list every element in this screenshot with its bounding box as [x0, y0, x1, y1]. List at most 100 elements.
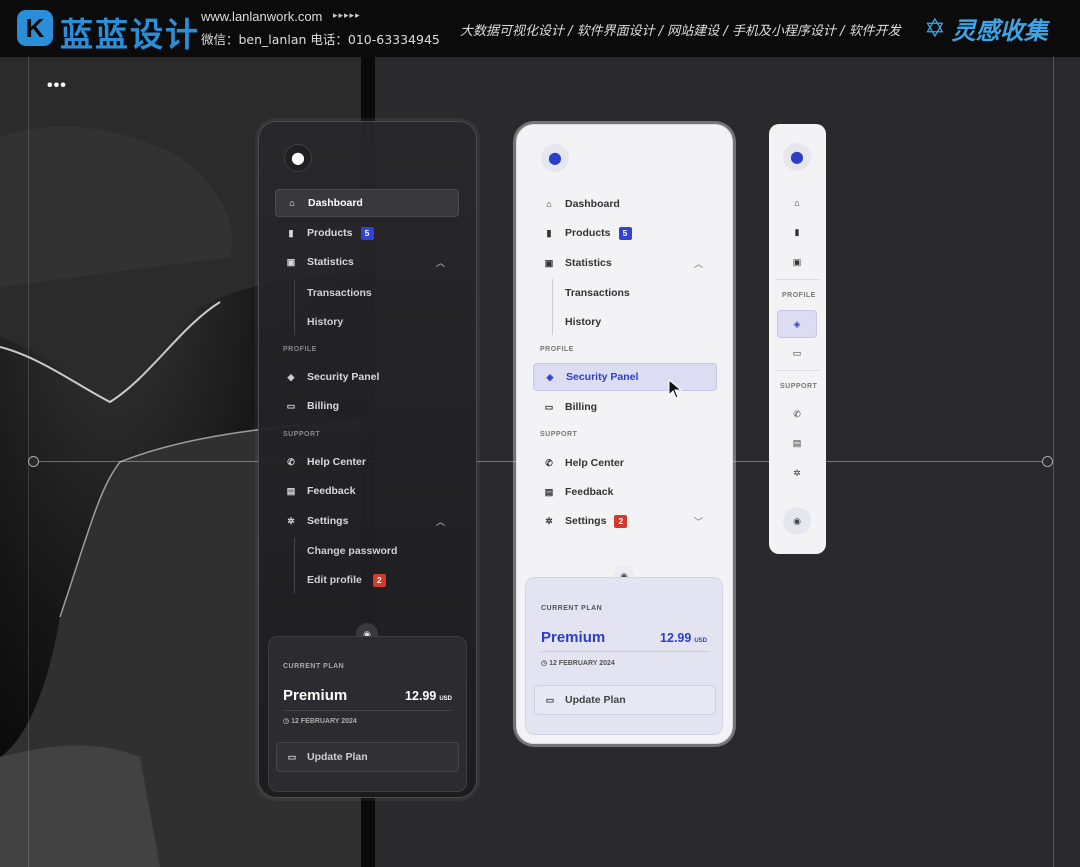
- sidebar-item-label: Security Panel: [566, 371, 639, 383]
- plan-currency: USD: [694, 638, 707, 644]
- sidebar-item-security-panel[interactable]: ◈ Security Panel: [275, 363, 459, 391]
- sidebar-subitem-label: Edit profile: [307, 574, 362, 586]
- sidebar-item-label: Statistics: [307, 256, 354, 268]
- chevron-down-icon[interactable]: ﹀: [694, 515, 703, 528]
- card-icon[interactable]: ▭: [777, 339, 817, 367]
- submenu-line: [294, 538, 295, 594]
- sidebar-item-settings[interactable]: ✲ Settings ︿: [275, 507, 459, 535]
- chevron-up-icon[interactable]: ︿: [694, 257, 703, 270]
- sidebar-item-statistics[interactable]: ▣ Statistics ︿: [275, 248, 459, 276]
- sidebar-collapsed: ⬤ ⌂ ▮ ▣ PROFILE ◈ ▭ SUPPORT ✆ ▤ ✲ ◉: [769, 124, 826, 554]
- sidebar-subitem-history[interactable]: History: [565, 316, 601, 328]
- sidebar-item-feedback[interactable]: ▤ Feedback: [533, 478, 717, 506]
- plan-divider: [541, 651, 709, 652]
- sidebar-subitem-transactions[interactable]: Transactions: [307, 287, 372, 299]
- sidebar-item-label: Help Center: [307, 456, 366, 468]
- sidebar-light: ⬤ ⌂ Dashboard ▮ Products 5 ▣ Statistics …: [516, 124, 733, 744]
- location-pin-icon[interactable]: ⬤: [783, 143, 811, 171]
- section-label-support: SUPPORT: [540, 431, 578, 438]
- sidebar-item-billing[interactable]: ▭ Billing: [275, 392, 459, 420]
- section-label-profile: PROFILE: [283, 346, 317, 353]
- home-icon[interactable]: ⌂: [777, 189, 817, 217]
- sidebar-subitem-history[interactable]: History: [307, 316, 343, 328]
- plan-label: CURRENT PLAN: [541, 605, 603, 612]
- sidebar-item-help-center[interactable]: ✆ Help Center: [275, 448, 459, 476]
- contact-info: 微信：ben_lanlan 电话：010-63334945: [201, 32, 440, 47]
- gear-icon: ✲: [545, 515, 553, 526]
- plan-label: CURRENT PLAN: [283, 663, 345, 670]
- sidebar-item-billing[interactable]: ▭ Billing: [533, 393, 717, 421]
- more-dots-icon[interactable]: •••: [47, 77, 67, 95]
- document-icon: ▤: [286, 485, 296, 496]
- sidebar-item-help-center[interactable]: ✆ Help Center: [533, 449, 717, 477]
- logo-icon: K: [17, 10, 53, 46]
- card-icon: ▭: [545, 694, 555, 705]
- guide-handle-left[interactable]: [28, 456, 39, 467]
- home-icon: ⌂: [289, 198, 295, 208]
- sidebar-item-dashboard[interactable]: ⌂ Dashboard: [275, 189, 459, 217]
- sidebar-item-label: Dashboard: [308, 197, 363, 209]
- phone-icon: ✆: [545, 457, 553, 468]
- submenu-line: [294, 279, 295, 335]
- gear-icon[interactable]: ✲: [777, 459, 817, 487]
- bookmark-icon[interactable]: ▮: [777, 218, 817, 246]
- divider: [775, 370, 820, 371]
- arrows-decoration: ▸▸▸▸▸: [333, 10, 361, 20]
- current-plan-card: CURRENT PLAN Premium 12.99 USD ◷ 12 FEBRU…: [525, 577, 723, 735]
- sidebar-item-dashboard[interactable]: ⌂ Dashboard: [533, 190, 717, 218]
- sidebar-item-label: Help Center: [565, 457, 624, 469]
- chart-icon[interactable]: ▣: [777, 248, 817, 276]
- submenu-line: [552, 279, 553, 335]
- sidebar-item-products[interactable]: ▮ Products 5: [533, 219, 717, 247]
- update-plan-button[interactable]: ▭ Update Plan: [276, 742, 459, 772]
- plan-name: Premium: [541, 629, 606, 646]
- chevron-up-icon[interactable]: ︿: [436, 256, 445, 269]
- sidebar-subitem-change-password[interactable]: Change password: [307, 545, 397, 557]
- plan-price: 12.99 USD: [660, 631, 707, 645]
- sidebar-item-label: Settings: [307, 515, 349, 527]
- phone-icon: ✆: [287, 456, 295, 467]
- home-icon: ⌂: [546, 199, 552, 209]
- chart-icon: ▣: [544, 257, 554, 268]
- sidebar-item-label: Feedback: [307, 485, 356, 497]
- sidebar-item-label: Statistics: [565, 257, 612, 269]
- user-avatar-icon[interactable]: ◉: [783, 507, 811, 535]
- plan-date: ◷ 12 FEBRUARY 2024: [283, 718, 357, 725]
- plan-currency: USD: [439, 696, 452, 702]
- sidebar-item-label: Dashboard: [565, 198, 620, 210]
- site-url[interactable]: www.lanlanwork.com: [201, 9, 322, 24]
- guide-handle-right[interactable]: [1042, 456, 1053, 467]
- sidebar-item-label: Billing: [307, 400, 340, 412]
- gear-icon: ✲: [287, 515, 295, 526]
- sidebar-subitem-edit-profile[interactable]: Edit profile 2: [307, 574, 386, 587]
- products-count-badge: 5: [618, 226, 632, 240]
- update-plan-label: Update Plan: [565, 694, 626, 706]
- document-icon[interactable]: ▤: [777, 429, 817, 457]
- phone-icon[interactable]: ✆: [777, 400, 817, 428]
- sidebar-item-products[interactable]: ▮ Products 5: [275, 219, 459, 247]
- bookmark-icon: ▮: [546, 227, 552, 238]
- sidebar-subitem-transactions[interactable]: Transactions: [565, 287, 630, 299]
- section-label-profile: PROFILE: [540, 346, 574, 353]
- location-pin-icon[interactable]: ⬤: [541, 144, 569, 172]
- shield-icon[interactable]: ◈: [777, 310, 817, 338]
- location-pin-icon[interactable]: ⬤: [284, 144, 312, 172]
- sidebar-item-feedback[interactable]: ▤ Feedback: [275, 477, 459, 505]
- sidebar-item-label: Products: [565, 227, 611, 239]
- edit-profile-badge: 2: [372, 574, 386, 587]
- sidebar-item-security-panel[interactable]: ◈ Security Panel: [533, 363, 717, 391]
- sidebar-item-statistics[interactable]: ▣ Statistics ︿: [533, 249, 717, 277]
- chevron-up-icon[interactable]: ︿: [436, 515, 445, 528]
- logo-text: 蓝蓝设计: [60, 15, 200, 54]
- update-plan-button[interactable]: ▭ Update Plan: [534, 685, 716, 715]
- divider: [775, 279, 820, 280]
- sidebar-item-label: Settings: [565, 515, 607, 527]
- settings-badge: 2: [614, 514, 628, 528]
- current-plan-card: CURRENT PLAN Premium 12.99 USD ◷ 12 FEBRU…: [268, 636, 467, 792]
- services-list: 大数据可视化设计 / 软件界面设计 / 网站建设 / 手机及小程序设计 / 软件…: [460, 24, 901, 39]
- products-count-badge: 5: [360, 226, 374, 240]
- sidebar-item-settings[interactable]: ✲ Settings 2 ﹀: [533, 507, 717, 535]
- star-outline-icon: ✡: [924, 12, 946, 43]
- plan-price-value: 12.99: [660, 631, 692, 645]
- brand-inspiration: ✡ 灵感收集: [924, 10, 1048, 46]
